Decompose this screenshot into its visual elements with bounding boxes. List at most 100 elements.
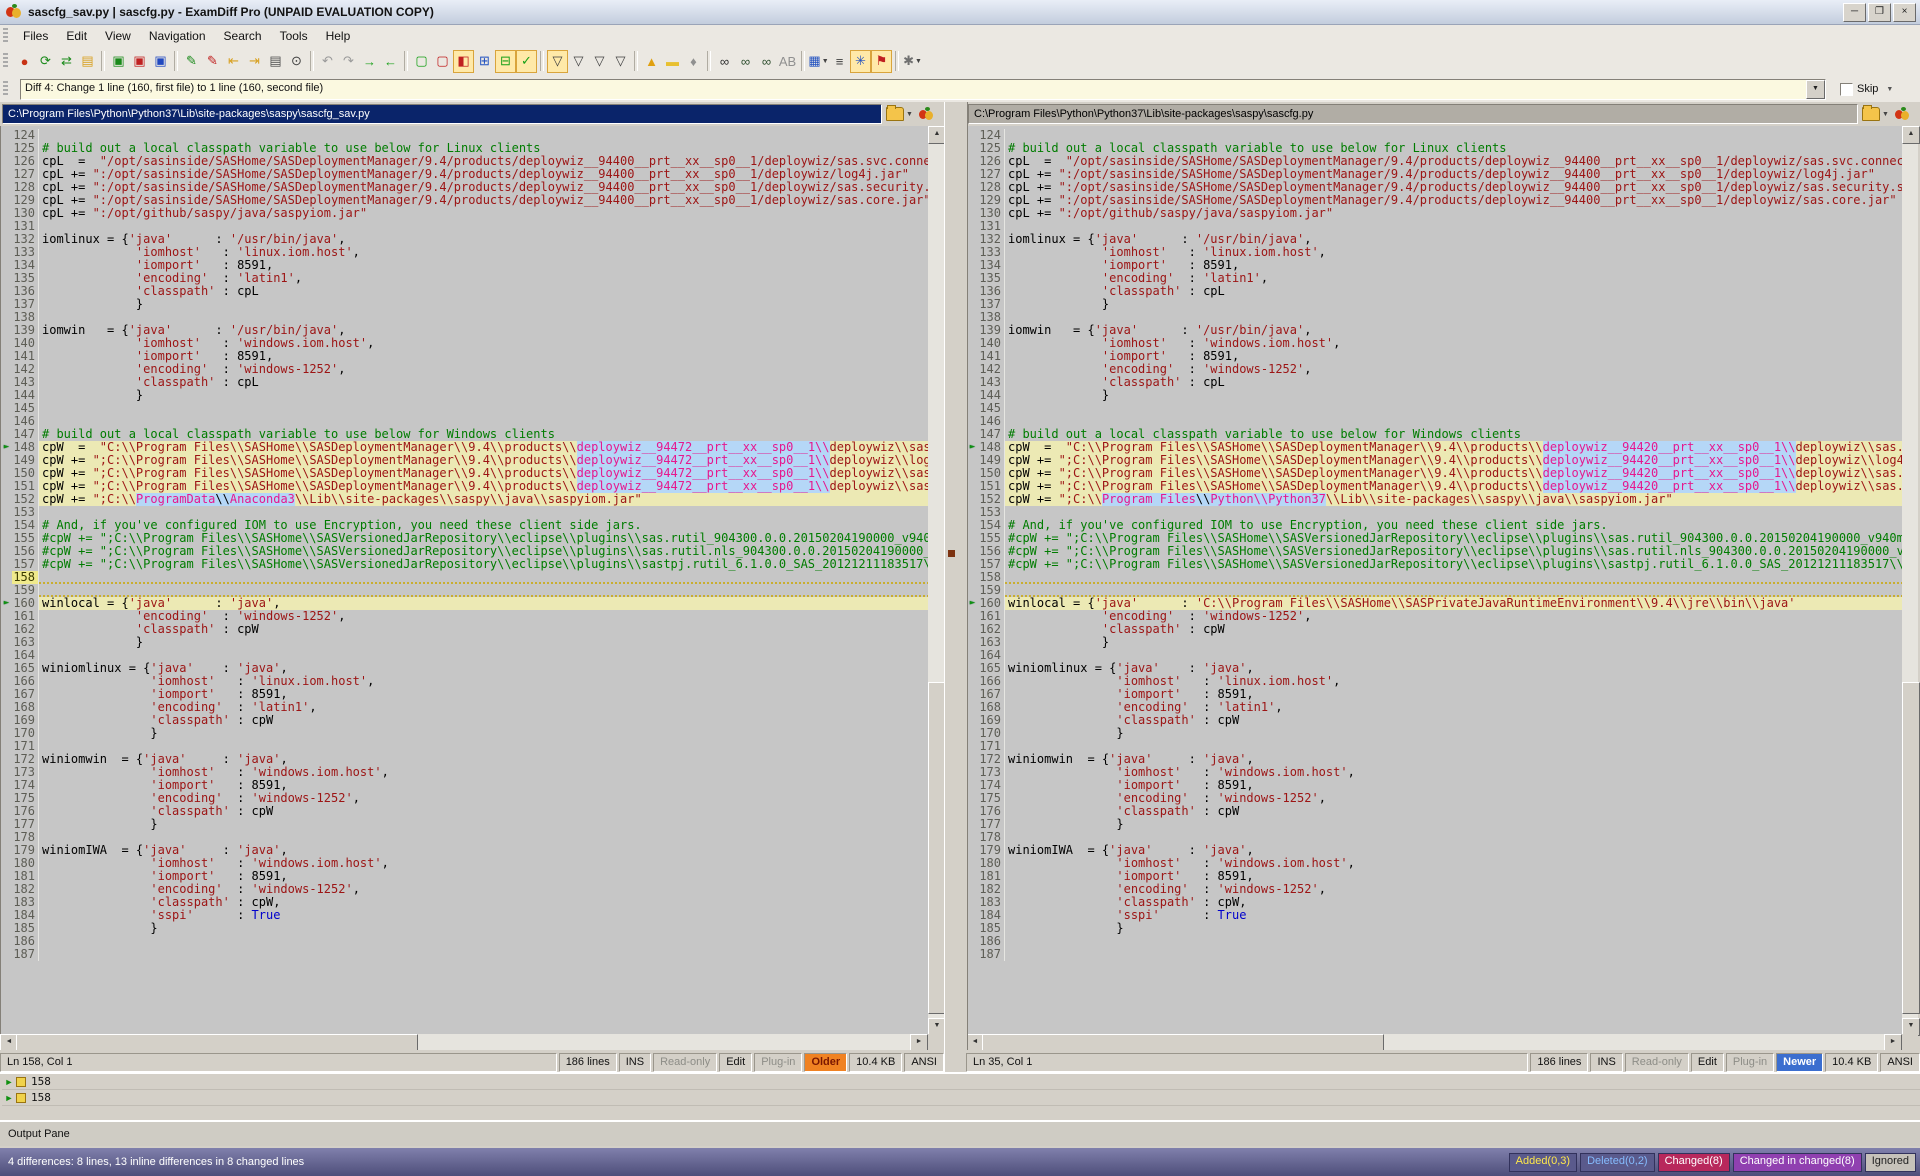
code-line[interactable]: 133 'iomhost' : 'linux.iom.host',	[967, 246, 1903, 259]
code-line[interactable]: 172winiomwin = {'java' : 'java',	[1, 753, 929, 766]
filter-added-icon[interactable]: ▽	[568, 50, 589, 73]
code-line[interactable]: 186	[1, 935, 929, 948]
code-line[interactable]: 182 'encoding' : 'windows-1252',	[967, 883, 1903, 896]
undo-icon[interactable]: ↶	[317, 50, 338, 73]
code-line[interactable]: 170 }	[967, 727, 1903, 740]
code-line[interactable]: 157#cpW += ";C:\\Program Files\\SASHome\…	[967, 558, 1903, 571]
code-line[interactable]: 147# build out a local classpath variabl…	[1, 428, 929, 441]
code-line[interactable]: 135 'encoding' : 'latin1',	[967, 272, 1903, 285]
code-line[interactable]: 163 }	[967, 636, 1903, 649]
code-line[interactable]: 137 }	[967, 298, 1903, 311]
code-line[interactable]: 131	[1, 220, 929, 233]
swap-panes-icon[interactable]: ⇄	[56, 50, 77, 73]
edit-first-file-icon[interactable]: ✎	[181, 50, 202, 73]
code-line[interactable]: 130cpL += ":/opt/github/saspy/java/saspy…	[1, 207, 929, 220]
right-open-file-dropdown-icon[interactable]: ▼	[1882, 111, 1889, 118]
maximize-button[interactable]: ❐	[1868, 3, 1891, 22]
code-line[interactable]: 159	[967, 584, 1903, 597]
next-difference-icon[interactable]: →	[359, 50, 380, 73]
save-first-file-icon[interactable]: ▣	[108, 50, 129, 73]
code-line[interactable]: 181 'iomport' : 8591,	[1, 870, 929, 883]
code-line[interactable]: 156#cpW += ";C:\\Program Files\\SASHome\…	[967, 545, 1903, 558]
code-line[interactable]: 184 'sspi' : True	[1, 909, 929, 922]
code-line[interactable]: 145	[1, 402, 929, 415]
inspector-row[interactable]: ►158	[2, 1074, 1920, 1090]
code-line[interactable]: ►148cpW = "C:\\Program Files\\SASHome\\S…	[1, 441, 929, 454]
code-line[interactable]: 136 'classpath' : cpL	[1, 285, 929, 298]
inspector-row[interactable]: ►158	[2, 1090, 1920, 1106]
code-line[interactable]: 181 'iomport' : 8591,	[967, 870, 1903, 883]
minimize-button[interactable]: ─	[1843, 3, 1866, 22]
code-line[interactable]: 143 'classpath' : cpL	[1, 376, 929, 389]
right-horizontal-scrollbar[interactable]: ◄ ►	[966, 1034, 1902, 1050]
find-next-icon[interactable]: ∞	[735, 50, 756, 73]
code-line[interactable]: 149cpW += ";C:\\Program Files\\SASHome\\…	[967, 454, 1903, 467]
code-line[interactable]: 126cpL = "/opt/sasinside/SASHome/SASDepl…	[967, 155, 1903, 168]
code-line[interactable]: 150cpW += ";C:\\Program Files\\SASHome\\…	[1, 467, 929, 480]
code-line[interactable]: 169 'classpath' : cpW	[967, 714, 1903, 727]
code-line[interactable]: 187	[967, 948, 1903, 961]
code-line[interactable]: 175 'encoding' : 'windows-1252',	[1, 792, 929, 805]
code-line[interactable]: 152cpW += ";C:\\Program Files\\Python\\P…	[967, 493, 1903, 506]
code-line[interactable]: 152cpW += ";C:\\ProgramData\\Anaconda3\\…	[1, 493, 929, 506]
code-line[interactable]: 127cpL += ":/opt/sasinside/SASHome/SASDe…	[967, 168, 1903, 181]
code-line[interactable]: 155#cpW += ";C:\\Program Files\\SASHome\…	[1, 532, 929, 545]
close-button[interactable]: ×	[1893, 3, 1916, 22]
code-line[interactable]: 128cpL += ":/opt/sasinside/SASHome/SASDe…	[1, 181, 929, 194]
code-line[interactable]: 132iomlinux = {'java' : '/usr/bin/java',	[1, 233, 929, 246]
code-line[interactable]: 149cpW += ";C:\\Program Files\\SASHome\\…	[1, 454, 929, 467]
code-line[interactable]: 133 'iomhost' : 'linux.iom.host',	[1, 246, 929, 259]
comments-icon[interactable]: ▬	[662, 50, 683, 73]
code-line[interactable]: 155#cpW += ";C:\\Program Files\\SASHome\…	[967, 532, 1903, 545]
right-scroll-up-icon[interactable]: ▲	[1902, 126, 1920, 144]
edit-second-file-icon[interactable]: ✎	[202, 50, 223, 73]
code-line[interactable]: 187	[1, 948, 929, 961]
code-line[interactable]: 185 }	[1, 922, 929, 935]
code-line[interactable]: 146	[967, 415, 1903, 428]
code-line[interactable]: 128cpL += ":/opt/sasinside/SASHome/SASDe…	[967, 181, 1903, 194]
code-line[interactable]: 177 }	[967, 818, 1903, 831]
code-line[interactable]: 151cpW += ";C:\\Program Files\\SASHome\\…	[967, 480, 1903, 493]
code-line[interactable]: 157#cpW += ";C:\\Program Files\\SASHome\…	[1, 558, 929, 571]
code-line[interactable]: 178	[1, 831, 929, 844]
code-line[interactable]: 141 'iomport' : 8591,	[967, 350, 1903, 363]
code-line[interactable]: 179winiomIWA = {'java' : 'java',	[1, 844, 929, 857]
current-diff-combo[interactable]: Diff 4: Change 1 line (160, first file) …	[20, 79, 1826, 100]
statistics-icon[interactable]: ♦	[683, 50, 704, 73]
code-line[interactable]: 174 'iomport' : 8591,	[967, 779, 1903, 792]
copy-block-to-second-icon[interactable]: ⇥	[244, 50, 265, 73]
code-line[interactable]: 156#cpW += ";C:\\Program Files\\SASHome\…	[1, 545, 929, 558]
bookmarks-icon[interactable]: ⚑	[871, 50, 892, 73]
code-line[interactable]: 126cpL = "/opt/sasinside/SASHome/SASDepl…	[1, 155, 929, 168]
code-line[interactable]: 173 'iomhost' : 'windows.iom.host',	[967, 766, 1903, 779]
skip-checkbox-group[interactable]: Skip ▼	[1840, 83, 1893, 96]
code-line[interactable]: 129cpL += ":/opt/sasinside/SASHome/SASDe…	[1, 194, 929, 207]
panes-layout-icon[interactable]: ▦▼	[808, 50, 829, 73]
code-line[interactable]: 183 'classpath' : cpW,	[1, 896, 929, 909]
code-line[interactable]: 144 }	[1, 389, 929, 402]
code-line[interactable]: 124	[1, 129, 929, 142]
code-line[interactable]: 176 'classpath' : cpW	[1, 805, 929, 818]
print-icon[interactable]: ▤	[265, 50, 286, 73]
show-identical-lines-icon[interactable]: ▢	[411, 50, 432, 73]
filter-all-icon[interactable]: ▽	[547, 50, 568, 73]
code-line[interactable]: 134 'iomport' : 8591,	[967, 259, 1903, 272]
code-line[interactable]: 180 'iomhost' : 'windows.iom.host',	[967, 857, 1903, 870]
code-line[interactable]: 151cpW += ";C:\\Program Files\\SASHome\\…	[1, 480, 929, 493]
left-open-file-icon[interactable]	[886, 107, 904, 121]
code-line[interactable]: 140 'iomhost' : 'windows.iom.host',	[1, 337, 929, 350]
code-line[interactable]: 146	[1, 415, 929, 428]
code-line[interactable]: 132iomlinux = {'java' : '/usr/bin/java',	[967, 233, 1903, 246]
code-line[interactable]: 135 'encoding' : 'latin1',	[1, 272, 929, 285]
split-view-icon[interactable]: ⊞	[474, 50, 495, 73]
code-line[interactable]: ►160winlocal = {'java' : 'C:\\Program Fi…	[967, 597, 1903, 610]
filter-deleted-icon[interactable]: ▽	[589, 50, 610, 73]
code-line[interactable]: 173 'iomhost' : 'windows.iom.host',	[1, 766, 929, 779]
code-line[interactable]: 169 'classpath' : cpW	[1, 714, 929, 727]
code-line[interactable]: 168 'encoding' : 'latin1',	[967, 701, 1903, 714]
menu-view[interactable]: View	[96, 27, 140, 45]
code-line[interactable]: 139iomwin = {'java' : '/usr/bin/java',	[1, 324, 929, 337]
code-line[interactable]: 166 'iomhost' : 'linux.iom.host',	[967, 675, 1903, 688]
pane-splitter[interactable]	[944, 102, 968, 1072]
code-line[interactable]: 171	[967, 740, 1903, 753]
